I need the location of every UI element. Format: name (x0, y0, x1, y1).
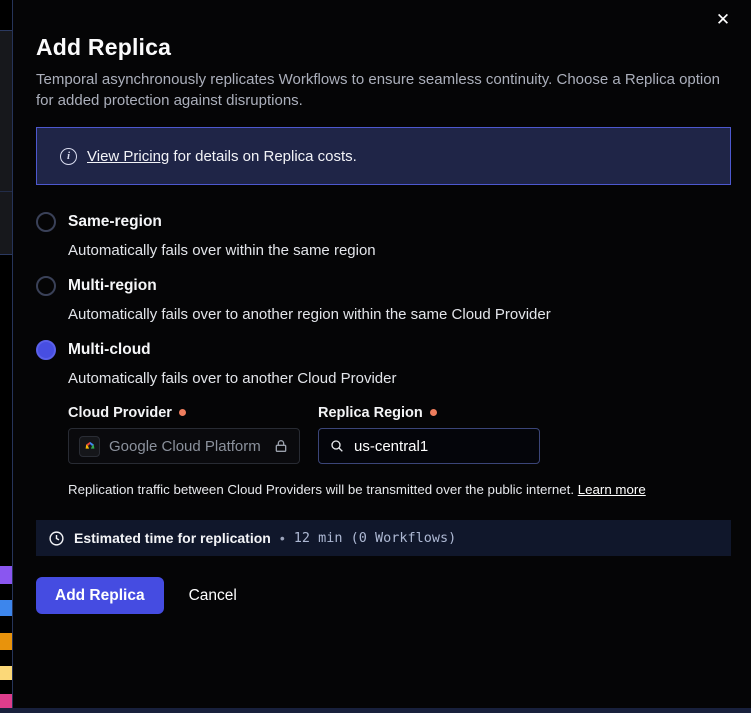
view-pricing-link[interactable]: View Pricing (87, 148, 169, 165)
radio-same-region[interactable]: Same-region (36, 211, 731, 233)
radio-unselected-icon[interactable] (36, 212, 56, 232)
option-same-region: Same-region Automatically fails over wit… (36, 211, 731, 261)
option-multi-region: Multi-region Automatically fails over to… (36, 275, 731, 325)
option-description: Automatically fails over within the same… (68, 241, 731, 261)
option-description: Automatically fails over to another Clou… (68, 369, 731, 389)
clock-icon (48, 530, 65, 547)
traffic-note-text: Replication traffic between Cloud Provid… (68, 482, 574, 497)
traffic-note: Replication traffic between Cloud Provid… (68, 482, 731, 497)
modal-actions: Add Replica Cancel (36, 577, 731, 614)
cloud-provider-field-group: Cloud Provider Google Cloud P (68, 404, 300, 464)
sidebar-nav-icon-orange (0, 633, 12, 650)
sidebar-nav-icon-blue (0, 600, 12, 616)
cloud-provider-select[interactable]: Google Cloud Platform (68, 428, 300, 464)
estimate-banner: Estimated time for replication • 12 min … (36, 520, 731, 556)
replica-options-group: Same-region Automatically fails over wit… (36, 211, 731, 497)
pricing-banner-text: View Pricing for details on Replica cost… (87, 148, 357, 165)
info-icon: i (60, 148, 77, 165)
radio-unselected-icon[interactable] (36, 276, 56, 296)
cancel-button[interactable]: Cancel (189, 587, 237, 605)
radio-multi-region[interactable]: Multi-region (36, 275, 731, 297)
radio-multi-cloud[interactable]: Multi-cloud (36, 339, 731, 361)
multi-cloud-form: Cloud Provider Google Cloud P (68, 404, 731, 464)
estimate-separator: • (280, 530, 285, 546)
background-footer-strip (0, 708, 751, 713)
add-replica-button[interactable]: Add Replica (36, 577, 164, 614)
estimate-label: Estimated time for replication (74, 530, 271, 546)
background-divider (0, 191, 12, 192)
pricing-banner-rest: for details on Replica costs. (169, 148, 357, 165)
replica-region-input[interactable] (354, 438, 504, 455)
replica-region-label: Replica Region (318, 404, 540, 421)
sidebar-nav-icon-purple (0, 566, 12, 584)
option-label: Multi-region (68, 277, 157, 295)
sidebar-nav-icon-yellow (0, 666, 12, 680)
cloud-provider-value: Google Cloud Platform (109, 438, 264, 455)
replica-region-label-text: Replica Region (318, 405, 423, 421)
add-replica-modal: ✕ Add Replica Temporal asynchronously re… (13, 0, 751, 713)
background-panel (0, 30, 12, 255)
radio-selected-icon[interactable] (36, 340, 56, 360)
gcp-logo-icon (79, 436, 100, 457)
required-dot-icon (430, 409, 437, 416)
replica-region-search-box[interactable] (318, 428, 540, 464)
pricing-info-banner: i View Pricing for details on Replica co… (36, 127, 731, 185)
option-multi-cloud: Multi-cloud Automatically fails over to … (36, 339, 731, 497)
option-label: Same-region (68, 213, 162, 231)
replica-region-field-group: Replica Region (318, 404, 540, 464)
cloud-provider-label-text: Cloud Provider (68, 405, 172, 421)
option-description: Automatically fails over to another regi… (68, 305, 731, 325)
search-icon (329, 438, 345, 454)
estimate-value: 12 min (0 Workflows) (294, 530, 457, 546)
lock-icon (273, 438, 289, 454)
learn-more-link[interactable]: Learn more (578, 482, 646, 497)
option-label: Multi-cloud (68, 341, 151, 359)
cloud-provider-label: Cloud Provider (68, 404, 300, 421)
close-icon[interactable]: ✕ (711, 8, 735, 32)
page-title: Add Replica (36, 34, 731, 61)
modal-description: Temporal asynchronously replicates Workf… (36, 69, 728, 111)
background-sidebar (0, 0, 13, 713)
required-dot-icon (179, 409, 186, 416)
